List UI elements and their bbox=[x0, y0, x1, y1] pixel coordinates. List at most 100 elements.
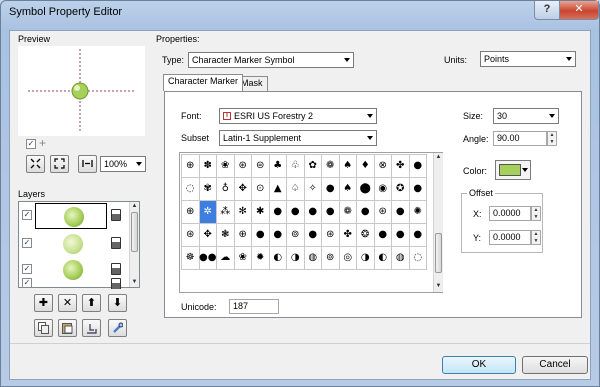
glyph-cell[interactable]: ♠ bbox=[339, 155, 357, 178]
glyph-cell[interactable]: ✿ bbox=[304, 155, 322, 178]
layer-row-1[interactable]: ✓ bbox=[19, 202, 123, 231]
glyph-cell[interactable]: ⊚ bbox=[287, 224, 305, 247]
glyph-cell[interactable]: ● bbox=[392, 224, 410, 247]
glyph-cell[interactable]: ✽ bbox=[199, 155, 217, 178]
glyph-cell[interactable]: ❁ bbox=[322, 155, 340, 178]
glyph-cell[interactable]: ● bbox=[322, 178, 340, 201]
glyph-cell[interactable]: ◐ bbox=[374, 247, 392, 270]
glyph-cell[interactable]: ✧ bbox=[304, 178, 322, 201]
glyph-cell[interactable]: ✤ bbox=[339, 224, 357, 247]
glyph-cell[interactable]: ✪ bbox=[392, 178, 410, 201]
glyph-cell[interactable]: ⊛ bbox=[322, 224, 340, 247]
scroll-thumb[interactable] bbox=[131, 212, 138, 252]
angle-input[interactable]: 90.00 bbox=[493, 131, 547, 146]
glyph-cell[interactable]: ♁ bbox=[217, 178, 235, 201]
copy-layer-icon[interactable] bbox=[34, 319, 53, 337]
glyph-scrollbar[interactable]: ▲ ▼ bbox=[433, 153, 443, 292]
glyph-cell[interactable]: ☁ bbox=[217, 247, 235, 270]
tab-character-marker[interactable]: Character Marker bbox=[163, 74, 244, 91]
glyph-cell[interactable]: ● bbox=[304, 201, 322, 224]
glyph-cell[interactable]: ▲ bbox=[269, 178, 287, 201]
zoom-out-icon[interactable] bbox=[50, 155, 69, 173]
combine-layers-icon[interactable] bbox=[82, 319, 101, 337]
glyph-cell[interactable]: ♠ bbox=[339, 178, 357, 201]
glyph-cell[interactable]: ◍ bbox=[304, 247, 322, 270]
ok-button[interactable]: OK bbox=[442, 356, 516, 374]
scroll-up-icon[interactable]: ▲ bbox=[434, 153, 443, 162]
glyph-cell[interactable]: ⊕ bbox=[182, 201, 200, 224]
units-select[interactable]: Points bbox=[480, 51, 576, 67]
glyph-cell[interactable]: ♣ bbox=[269, 155, 287, 178]
glyph-cell[interactable]: ✤ bbox=[392, 155, 410, 178]
glyph-cell[interactable]: ❂ bbox=[357, 224, 375, 247]
glyph-cell[interactable]: ✥ bbox=[234, 178, 252, 201]
layer-visible-checkbox[interactable]: ✓ bbox=[22, 210, 32, 220]
glyph-cell[interactable]: ⊛ bbox=[234, 155, 252, 178]
layers-list[interactable]: ✓ ✓ ✓ ✓ ▲ ▼ bbox=[18, 201, 140, 289]
layer-row-4[interactable]: ✓ bbox=[19, 278, 123, 289]
zoom-select[interactable]: 100% bbox=[100, 156, 146, 172]
glyph-cell[interactable]: ✺ bbox=[409, 201, 427, 224]
offset-y-input[interactable]: 0.0000 bbox=[489, 230, 531, 245]
glyph-cell[interactable]: ♤ bbox=[287, 178, 305, 201]
remove-layer-button[interactable]: ✕ bbox=[58, 294, 77, 312]
glyph-cell[interactable]: ● bbox=[304, 224, 322, 247]
glyph-cell[interactable]: ◍ bbox=[392, 247, 410, 270]
layer-visible-checkbox[interactable]: ✓ bbox=[22, 264, 32, 274]
offset-y-spinner[interactable]: ▲ ▼ bbox=[531, 230, 541, 245]
color-picker[interactable] bbox=[495, 160, 531, 180]
glyph-grid[interactable]: ⊕ ✽ ❀ ⊛ ⊜ ♣ ♧ ✿ ❁ ♠ ♦ ⊗ ✤ ● ◌ ✾ ♁ ✥ ⊙ ▲ ♤ ✧ ● ♠ ⬤ ◉ ✪ ● ⊕ ✲ ⁂ ✻ ✱ ● ● ● ● ❁ ● ⊛… bbox=[181, 154, 427, 270]
glyph-cell[interactable]: ◑ bbox=[287, 247, 305, 270]
glyph-cell[interactable]: ● bbox=[392, 201, 410, 224]
glyph-cell[interactable]: ⬤ bbox=[357, 178, 375, 201]
lock-icon[interactable] bbox=[111, 237, 121, 249]
layer-visible-checkbox[interactable]: ✓ bbox=[22, 238, 32, 248]
glyph-cell[interactable]: ●● bbox=[199, 247, 217, 270]
glyph-cell[interactable]: ◌ bbox=[409, 247, 427, 270]
glyph-cell[interactable]: ◐ bbox=[269, 247, 287, 270]
glyph-cell[interactable]: ⊛ bbox=[182, 224, 200, 247]
glyph-cell[interactable]: ♧ bbox=[287, 155, 305, 178]
glyph-cell[interactable]: ✥ bbox=[199, 224, 217, 247]
glyph-cell[interactable]: ● bbox=[409, 178, 427, 201]
glyph-cell[interactable]: ♦ bbox=[357, 155, 375, 178]
glyph-cell[interactable]: ● bbox=[357, 201, 375, 224]
lock-icon[interactable] bbox=[111, 263, 121, 275]
offset-x-input[interactable]: 0.0000 bbox=[489, 206, 531, 221]
unicode-input[interactable]: 187 bbox=[229, 299, 279, 314]
glyph-cell[interactable]: ✹ bbox=[252, 247, 270, 270]
glyph-cell[interactable]: ◉ bbox=[374, 178, 392, 201]
glyph-cell[interactable]: ✻ bbox=[234, 201, 252, 224]
glyph-cell[interactable]: ☸ bbox=[182, 247, 200, 270]
glyph-cell[interactable]: ❀ bbox=[234, 247, 252, 270]
glyph-cell[interactable]: ● bbox=[287, 201, 305, 224]
glyph-cell[interactable]: ⊗ bbox=[374, 155, 392, 178]
lock-icon[interactable] bbox=[111, 278, 121, 289]
move-layer-down-button[interactable]: ⬇ bbox=[108, 294, 127, 312]
glyph-cell[interactable]: ⊕ bbox=[182, 155, 200, 178]
glyph-cell[interactable]: ⊙ bbox=[252, 178, 270, 201]
preview-checkbox[interactable]: ✓ bbox=[26, 139, 36, 149]
glyph-cell[interactable]: ⊕ bbox=[234, 224, 252, 247]
layer-properties-icon[interactable] bbox=[108, 319, 127, 337]
glyph-cell[interactable]: ● bbox=[409, 155, 427, 178]
glyph-cell[interactable]: ✾ bbox=[199, 178, 217, 201]
glyph-cell[interactable]: ● bbox=[252, 224, 270, 247]
glyph-cell[interactable]: ❁ bbox=[339, 201, 357, 224]
actual-size-icon[interactable] bbox=[78, 155, 97, 173]
glyph-cell[interactable]: ⁂ bbox=[217, 201, 235, 224]
glyph-cell[interactable]: ⊛ bbox=[374, 201, 392, 224]
glyph-cell[interactable]: ⊜ bbox=[252, 155, 270, 178]
lock-icon[interactable] bbox=[111, 209, 121, 221]
glyph-cell[interactable]: ◑ bbox=[357, 247, 375, 270]
glyph-cell[interactable]: ✱ bbox=[252, 201, 270, 224]
glyph-cell[interactable]: ● bbox=[269, 201, 287, 224]
glyph-cell[interactable]: ● bbox=[269, 224, 287, 247]
angle-spinner[interactable]: ▲ ▼ bbox=[547, 131, 557, 146]
close-button[interactable]: ✕ bbox=[559, 1, 599, 20]
scroll-down-icon[interactable]: ▼ bbox=[130, 278, 139, 287]
glyph-cell[interactable]: ● bbox=[409, 224, 427, 247]
layer-row-2[interactable]: ✓ bbox=[19, 230, 123, 259]
layer-visible-checkbox[interactable]: ✓ bbox=[22, 278, 32, 288]
zoom-in-icon[interactable] bbox=[26, 155, 45, 173]
